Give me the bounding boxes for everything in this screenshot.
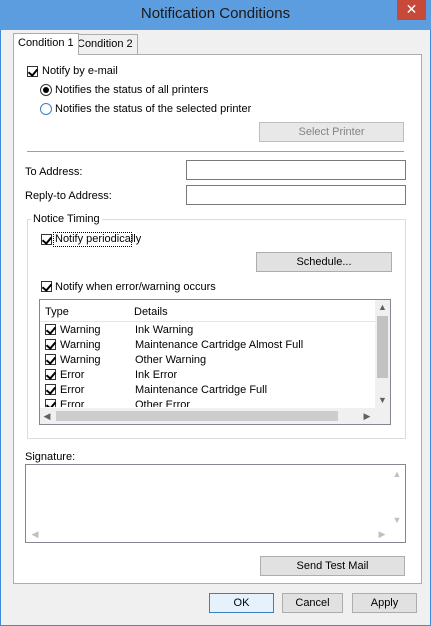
notify-error-checkbox[interactable] xyxy=(41,281,52,292)
chevron-down-icon[interactable]: ▼ xyxy=(389,513,405,527)
tab-condition-1[interactable]: Condition 1 xyxy=(13,33,79,55)
notify-periodically-checkbox[interactable] xyxy=(41,234,52,245)
row-type: Warning xyxy=(60,339,101,351)
column-header-type[interactable]: Type xyxy=(45,306,69,318)
reply-address-label: Reply-to Address: xyxy=(25,190,112,202)
chevron-right-icon[interactable]: ▶ xyxy=(360,409,374,423)
row-type: Error xyxy=(60,369,85,381)
close-button[interactable]: ✕ xyxy=(397,0,426,20)
row-details: Ink Error xyxy=(135,369,178,381)
row-type: Warning xyxy=(60,354,101,366)
table-row[interactable]: Warning Maintenance Cartridge Almost Ful… xyxy=(40,337,375,352)
notice-timing-label: Notice Timing xyxy=(31,213,102,225)
to-address-label: To Address: xyxy=(25,166,83,178)
status-all-radio[interactable] xyxy=(40,84,52,96)
row-details: Ink Warning xyxy=(135,324,194,336)
notify-email-checkbox[interactable] xyxy=(27,66,38,77)
row-checkbox[interactable] xyxy=(45,384,56,395)
event-list[interactable]: Type Details Warning Ink Warning Warning… xyxy=(39,299,391,425)
notify-error-label: Notify when error/warning occurs xyxy=(55,281,216,293)
separator xyxy=(27,151,404,152)
row-type: Error xyxy=(60,399,85,407)
row-checkbox[interactable] xyxy=(45,324,56,335)
row-checkbox[interactable] xyxy=(45,339,56,350)
list-vertical-scrollbar[interactable]: ▲ ▼ xyxy=(375,300,390,408)
signature-horizontal-scrollbar[interactable]: ◀ ▶ xyxy=(28,527,389,541)
chevron-up-icon[interactable]: ▲ xyxy=(375,300,390,314)
row-checkbox[interactable] xyxy=(45,354,56,365)
scroll-thumb[interactable] xyxy=(56,411,338,421)
close-icon: ✕ xyxy=(405,1,418,17)
row-type: Error xyxy=(60,384,85,396)
chevron-right-icon[interactable]: ▶ xyxy=(375,527,389,541)
column-header-details[interactable]: Details xyxy=(134,306,168,318)
chevron-left-icon[interactable]: ◀ xyxy=(28,527,42,541)
table-row[interactable]: Error Other Error xyxy=(40,397,375,407)
row-details: Maintenance Cartridge Almost Full xyxy=(135,339,304,351)
status-selected-label: Notifies the status of the selected prin… xyxy=(55,103,252,115)
to-address-input[interactable] xyxy=(186,160,406,180)
send-test-mail-button[interactable]: Send Test Mail xyxy=(260,556,405,576)
chevron-up-icon[interactable]: ▲ xyxy=(389,467,405,481)
reply-address-input[interactable] xyxy=(186,185,406,205)
notify-email-label: Notify by e-mail xyxy=(42,65,118,77)
table-row[interactable]: Error Ink Error xyxy=(40,367,375,382)
schedule-button[interactable]: Schedule... xyxy=(256,252,392,272)
status-selected-radio[interactable] xyxy=(40,103,52,115)
cancel-button[interactable]: Cancel xyxy=(282,593,343,613)
table-row[interactable]: Warning Other Warning xyxy=(40,352,375,367)
row-checkbox[interactable] xyxy=(45,369,56,380)
select-printer-button[interactable]: Select Printer xyxy=(259,122,404,142)
chevron-down-icon[interactable]: ▼ xyxy=(375,393,390,407)
status-all-label: Notifies the status of all printers xyxy=(55,84,209,96)
row-details: Other Warning xyxy=(135,354,207,366)
signature-label: Signature: xyxy=(25,451,76,463)
row-details: Maintenance Cartridge Full xyxy=(135,384,268,396)
window-title: Notification Conditions xyxy=(140,5,291,22)
list-horizontal-scrollbar[interactable]: ◀ ▶ xyxy=(40,408,390,424)
signature-vertical-scrollbar[interactable]: ▲ ▼ xyxy=(389,467,405,527)
signature-textarea[interactable]: ▲ ▼ ◀ ▶ xyxy=(25,464,406,543)
chevron-left-icon[interactable]: ◀ xyxy=(40,409,54,423)
table-row[interactable]: Error Maintenance Cartridge Full xyxy=(40,382,375,397)
row-details: Other Error xyxy=(135,399,191,407)
scroll-thumb[interactable] xyxy=(377,316,388,378)
ok-button[interactable]: OK xyxy=(209,593,274,613)
apply-button[interactable]: Apply xyxy=(352,593,417,613)
tab-condition-2[interactable]: Condition 2 xyxy=(72,34,138,54)
table-row[interactable]: Warning Ink Warning xyxy=(40,322,375,337)
notify-periodically-label: Notify periodically xyxy=(55,233,142,245)
row-type: Warning xyxy=(60,324,101,336)
row-checkbox[interactable] xyxy=(45,399,56,407)
